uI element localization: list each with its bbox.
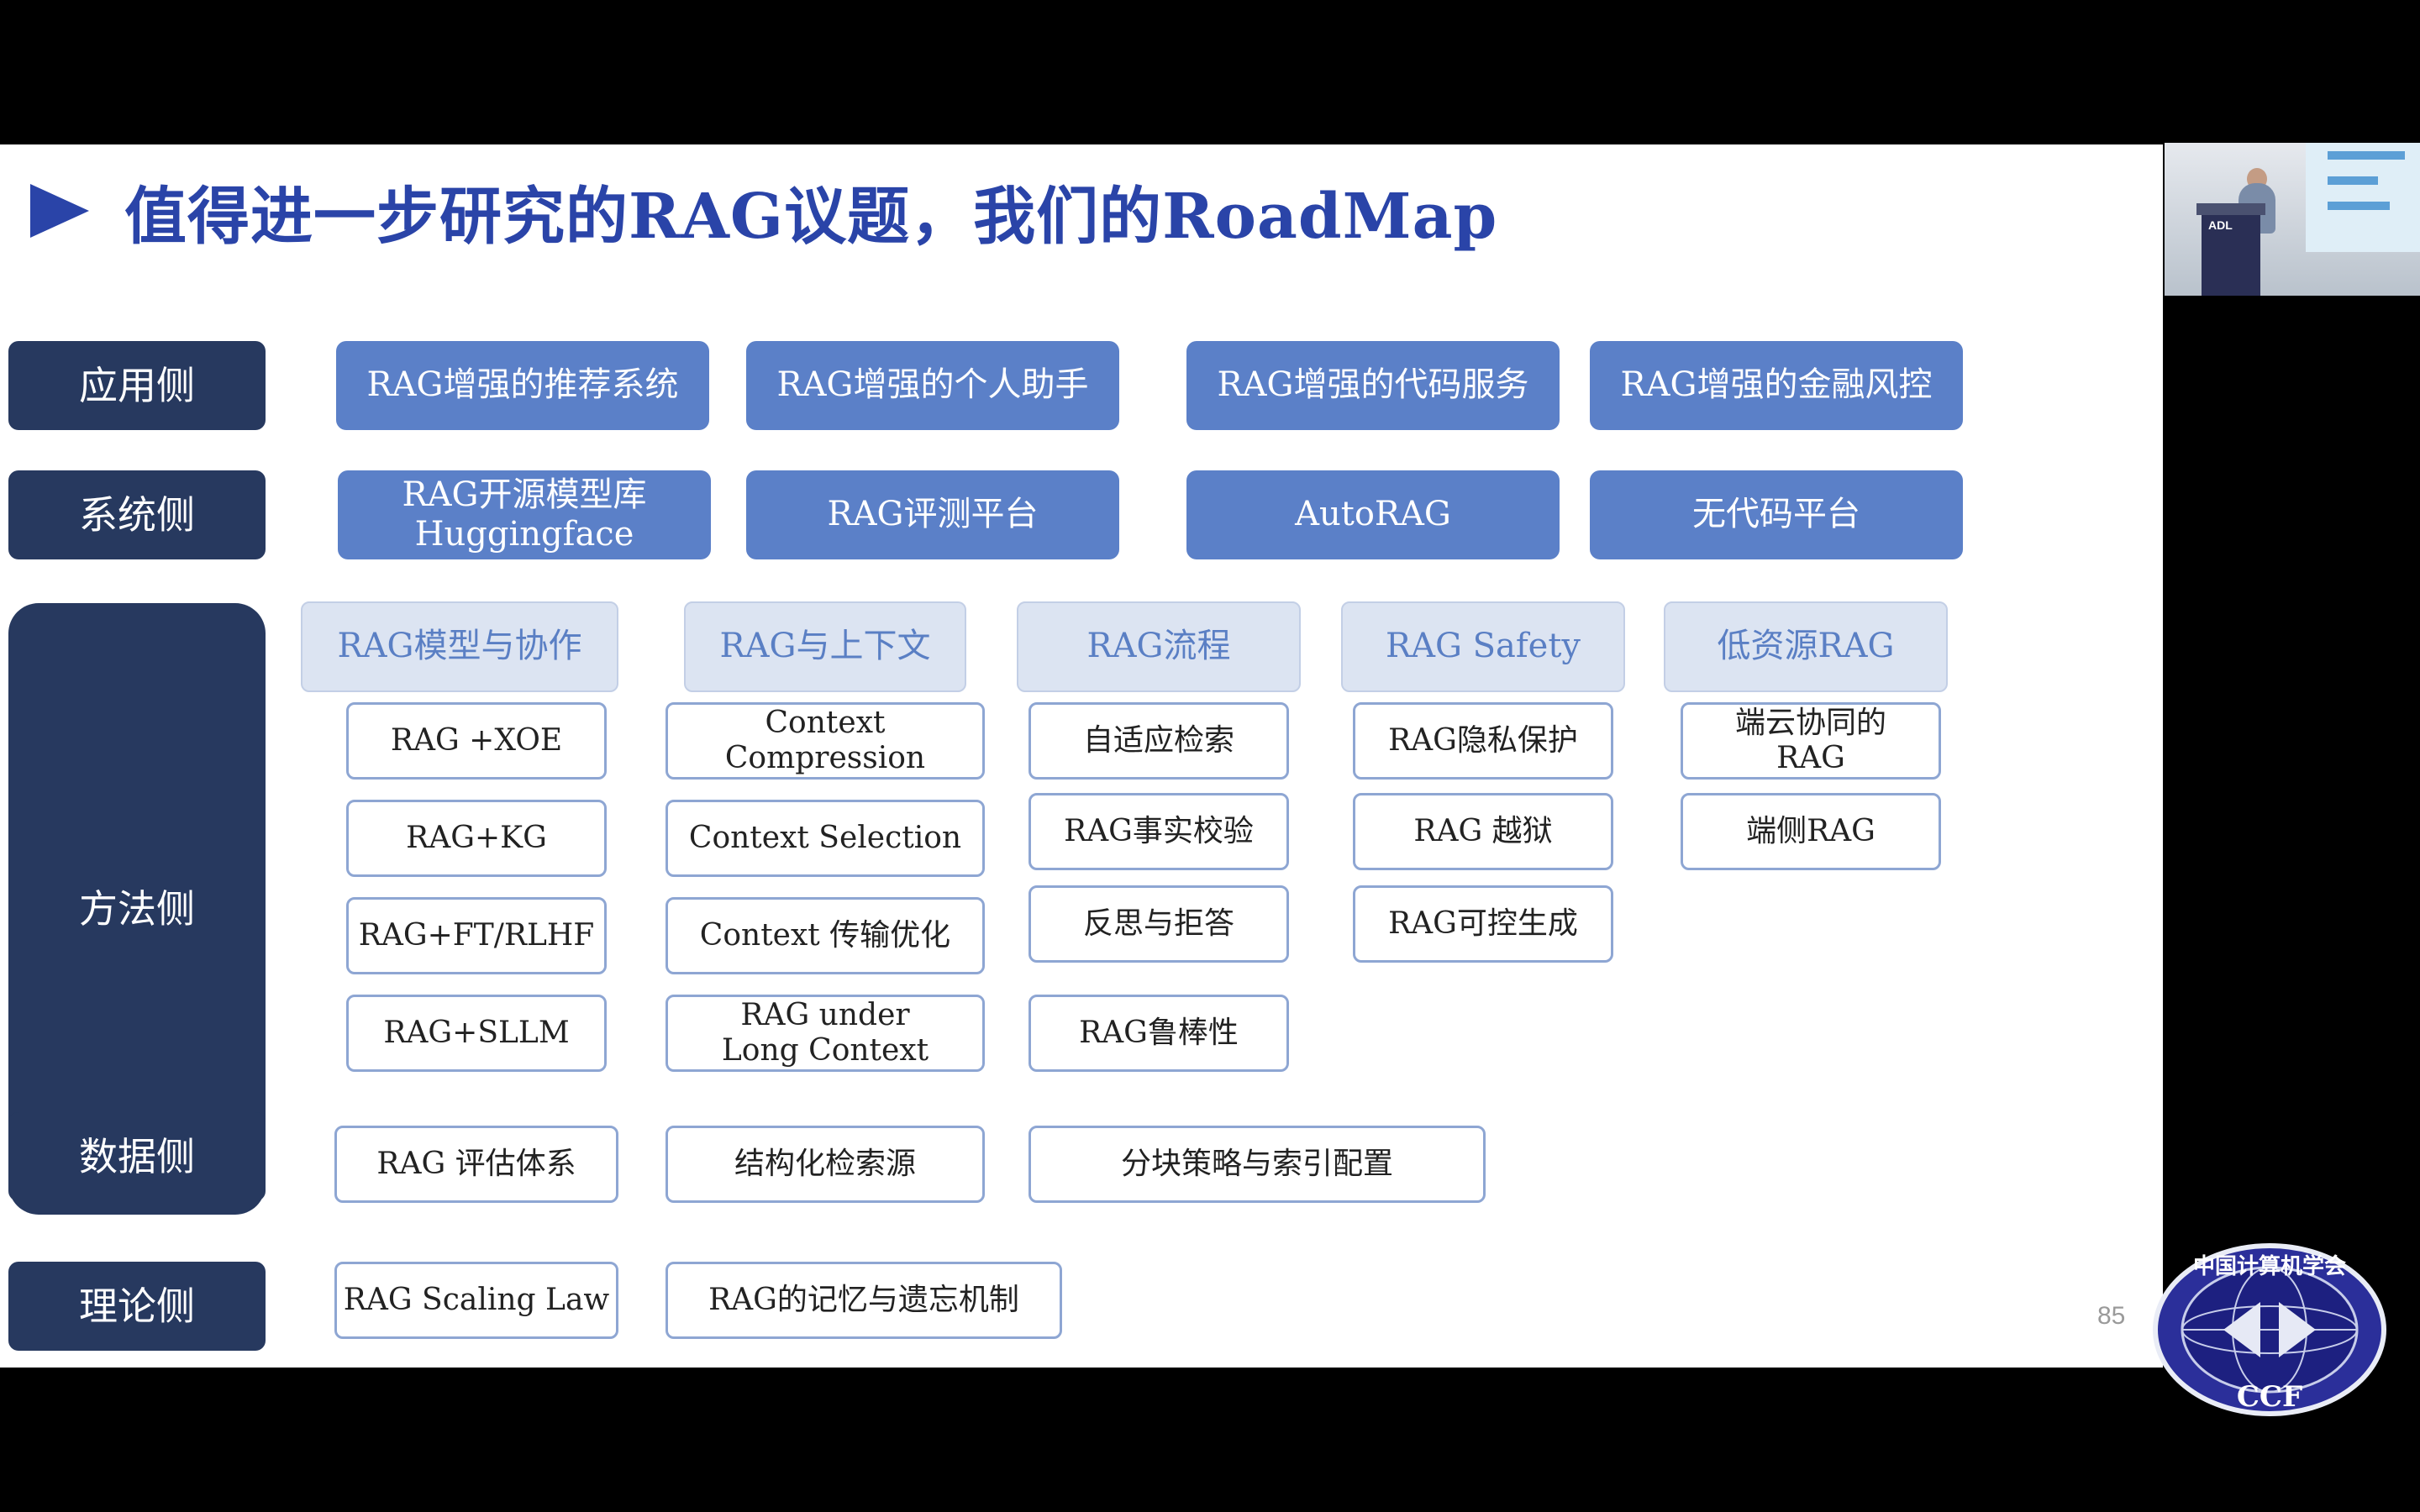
method-item-context-selection: Context Selection: [666, 800, 985, 877]
method-item-xoe: RAG +XOE: [346, 702, 607, 780]
slide-title: 值得进一步研究的RAG议题，我们的RoadMap: [124, 180, 1498, 253]
method-item-long-context: RAG under Long Context: [666, 995, 985, 1072]
data-item-eval-system: RAG 评估体系: [334, 1126, 618, 1203]
side-label-app: 应用侧: [8, 341, 266, 430]
method-item-sllm: RAG+SLLM: [346, 995, 607, 1072]
method-item-jailbreak: RAG 越狱: [1353, 793, 1613, 870]
page-number: 85: [2097, 1302, 2126, 1330]
method-item-fact-check: RAG事实校验: [1028, 793, 1289, 870]
data-item-structured-source: 结构化检索源: [666, 1126, 985, 1203]
system-eval-platform: RAG评测平台: [746, 470, 1119, 559]
method-item-long-context-line1: RAG under: [740, 997, 910, 1032]
method-item-edge-cloud-line2: RAG: [1776, 741, 1845, 775]
ccf-logo-text: 中国计算机学会: [2193, 1253, 2346, 1279]
system-model-library-line1: RAG开源模型库: [402, 475, 647, 514]
side-label-theory: 理论侧: [8, 1262, 266, 1351]
theory-item-memory-forgetting: RAG的记忆与遗忘机制: [666, 1262, 1062, 1339]
method-category-low-resource: 低资源RAG: [1664, 601, 1948, 692]
side-label-data: 数据侧: [8, 1112, 266, 1201]
system-model-library: RAG开源模型库 Huggingface: [338, 470, 711, 559]
video-podium-label: ADL: [2208, 218, 2233, 232]
video-screen-bar: [2328, 151, 2405, 160]
method-item-on-device: 端侧RAG: [1681, 793, 1941, 870]
method-category-pipeline: RAG流程: [1017, 601, 1301, 692]
method-item-robustness: RAG鲁棒性: [1028, 995, 1289, 1072]
method-category-context: RAG与上下文: [684, 601, 966, 692]
ccf-logo-abbr: CCF: [2237, 1380, 2302, 1414]
method-item-edge-cloud-line1: 端云协同的: [1734, 705, 1886, 740]
slide-title-row: 值得进一步研究的RAG议题，我们的RoadMap: [30, 173, 1497, 253]
method-category-safety: RAG Safety: [1341, 601, 1625, 692]
system-model-library-line2: Huggingface: [414, 515, 634, 554]
app-recommendation: RAG增强的推荐系统: [336, 341, 709, 430]
data-item-chunking-index: 分块策略与索引配置: [1028, 1126, 1486, 1203]
theory-item-scaling-law: RAG Scaling Law: [334, 1262, 618, 1339]
method-item-privacy: RAG隐私保护: [1353, 702, 1613, 780]
method-category-model-collab: RAG模型与协作: [301, 601, 618, 692]
system-nocode-platform: 无代码平台: [1590, 470, 1963, 559]
method-item-edge-cloud: 端云协同的 RAG: [1681, 702, 1941, 780]
app-financial-risk: RAG增强的金融风控: [1590, 341, 1963, 430]
method-item-context-transfer: Context 传输优化: [666, 897, 985, 974]
play-arrow-icon: [30, 184, 89, 238]
method-item-long-context-line2: Long Context: [721, 1033, 929, 1068]
ccf-logo: 中国计算机学会 CCF: [2153, 1243, 2386, 1416]
side-label-system: 系统侧: [8, 470, 266, 559]
app-code-service: RAG增强的代码服务: [1186, 341, 1560, 430]
method-item-context-compression: Context Compression: [666, 702, 985, 780]
video-podium-top: [2196, 203, 2265, 215]
slide: 值得进一步研究的RAG议题，我们的RoadMap 应用侧 系统侧 方法侧 数据侧…: [0, 144, 2163, 1368]
method-item-kg: RAG+KG: [346, 800, 607, 877]
method-item-reflect-refuse: 反思与拒答: [1028, 885, 1289, 963]
speaker-video-thumbnail: ADL: [2165, 143, 2420, 296]
video-screen-bar: [2328, 202, 2390, 210]
app-personal-assistant: RAG增强的个人助手: [746, 341, 1119, 430]
method-item-controllable: RAG可控生成: [1353, 885, 1613, 963]
method-item-ft-rlhf: RAG+FT/RLHF: [346, 897, 607, 974]
system-autorag: AutoRAG: [1186, 470, 1560, 559]
video-screen-bar: [2328, 176, 2378, 185]
method-item-adaptive-retrieval: 自适应检索: [1028, 702, 1289, 780]
